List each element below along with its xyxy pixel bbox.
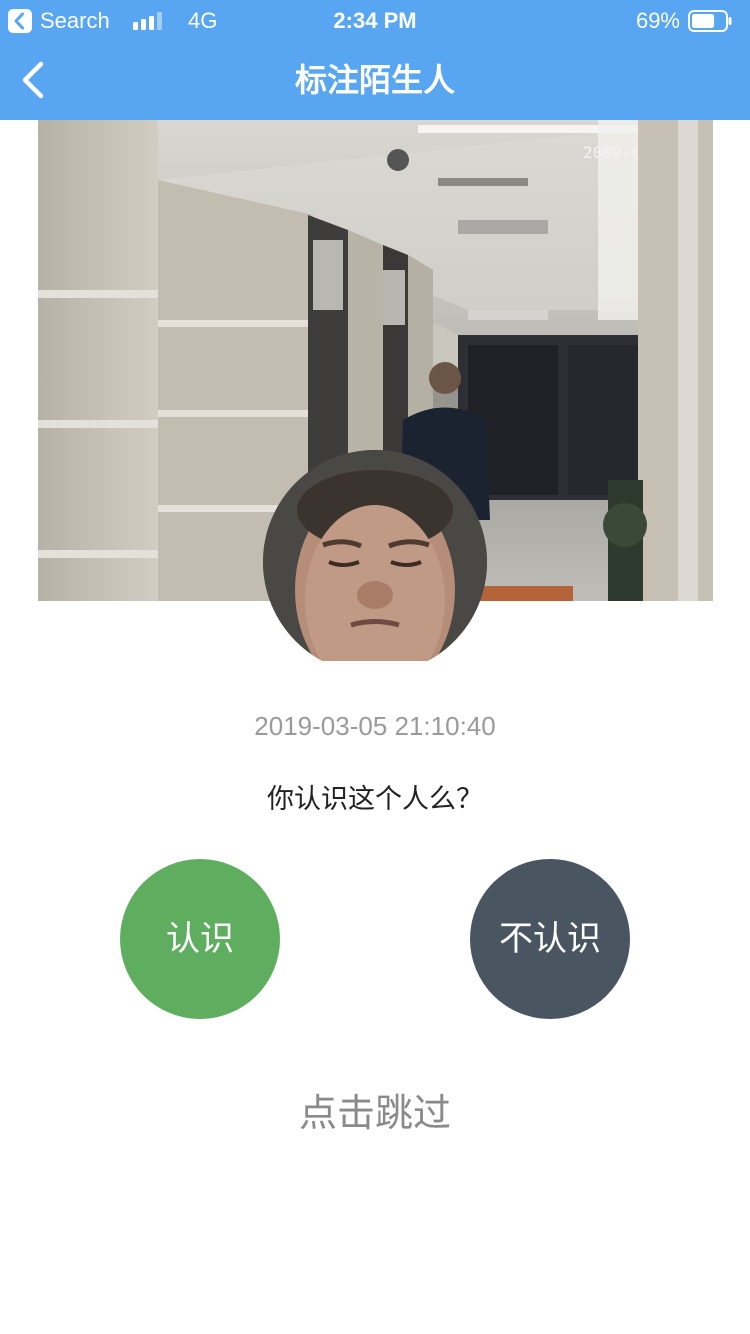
battery-icon [688, 10, 732, 32]
identify-question: 你认识这个人么？ [267, 784, 483, 814]
unknown-button[interactable]: 不认识 [470, 859, 630, 1019]
stranger-face-avatar[interactable] [263, 450, 487, 674]
battery-percent: 69% [635, 8, 680, 33]
status-bar: Search 4G 2:34 PM 69% [0, 0, 750, 40]
page-title: 标注陌生人 [294, 62, 455, 98]
header: Search 4G 2:34 PM 69% 标注陌生人 [0, 0, 750, 120]
face-crop-avatar [263, 450, 487, 674]
navigation-bar: 标注陌生人 [0, 40, 750, 120]
divider [200, 661, 550, 691]
screen: Search 4G 2:34 PM 69% 标注陌生人 2009-04-22 2… [0, 0, 750, 1334]
capture-timestamp: 2019-03-05 21:10:40 [254, 711, 496, 741]
skip-link[interactable]: 点击跳过 [0, 1088, 750, 1140]
know-button[interactable]: 认识 [120, 859, 280, 1019]
